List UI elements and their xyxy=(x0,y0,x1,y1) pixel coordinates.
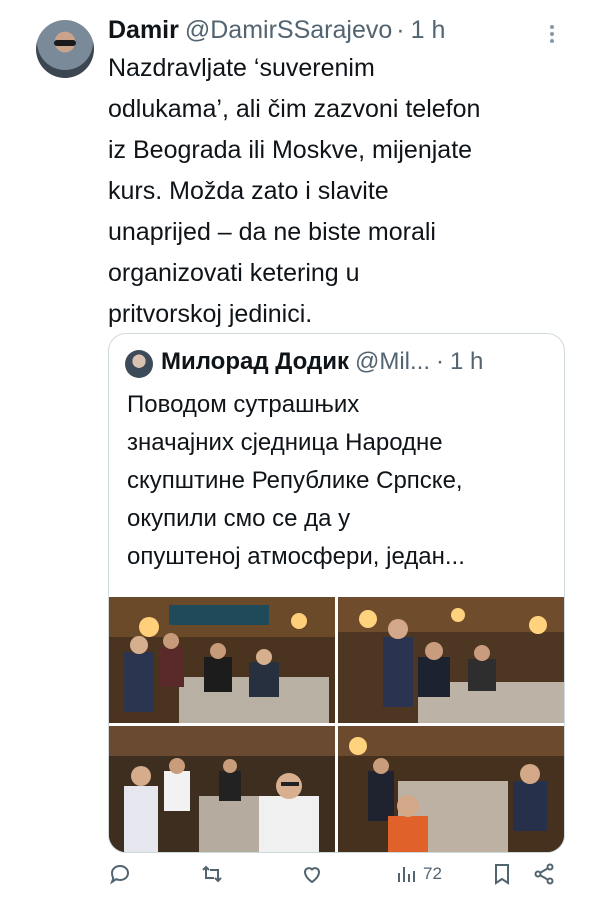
heart-icon[interactable] xyxy=(300,861,324,887)
photo-1[interactable] xyxy=(109,597,335,723)
tweet-header: Damir @DamirSSarajevo · 1 h xyxy=(108,16,445,46)
views-count: 72 xyxy=(423,864,442,883)
tweet-text-line: organizovati ketering u xyxy=(108,259,360,287)
tweet-text: Nazdravljate ‘suverenim odlukama’, ali č… xyxy=(108,48,578,335)
quoted-tweet-text: Поводом сутрашњих значајних сједница Нар… xyxy=(127,386,557,576)
tweet-text-line: kurs. Možda zato i slavite xyxy=(108,177,389,205)
quoted-post-time[interactable]: 1 h xyxy=(450,348,483,376)
quoted-text-line: значајних сједница Народне xyxy=(127,429,443,456)
quoted-text-line: Поводом сутрашњих xyxy=(127,391,360,418)
tweet-text-line: odlukama’, ali čim zazvoni telefon xyxy=(108,95,481,123)
photo-3[interactable] xyxy=(109,726,335,852)
separator-dot: · xyxy=(436,348,445,375)
author-avatar[interactable] xyxy=(36,20,94,78)
tweet: Damir @DamirSSarajevo · 1 h Nazdravljate… xyxy=(0,0,600,900)
quoted-text-line: опуштеној атмосфери, један... xyxy=(127,543,465,570)
tweet-text-line: iz Beograda ili Moskve, mijenjate xyxy=(108,136,473,164)
tweet-text-line: unaprijed – da ne biste morali xyxy=(108,218,436,246)
views-icon xyxy=(398,867,415,882)
quoted-tweet-header: Милорад Додик @Mil... · 1 h xyxy=(161,348,483,376)
quoted-author-avatar[interactable] xyxy=(125,350,153,378)
author-name[interactable]: Damir xyxy=(108,16,179,45)
action-bar: 72 xyxy=(0,855,600,895)
photo-2[interactable] xyxy=(338,597,564,723)
views-button[interactable]: 72 xyxy=(395,861,442,887)
quoted-text-line: окупили смо се да у xyxy=(127,505,351,532)
quoted-text-line: скупштине Републике Српске, xyxy=(127,467,463,494)
tweet-text-line: Nazdravljate ‘suverenim xyxy=(108,54,375,82)
quoted-author-handle[interactable]: @Mil... xyxy=(355,348,430,376)
quoted-tweet[interactable]: Милорад Додик @Mil... · 1 h Поводом сутр… xyxy=(108,333,565,853)
separator-dot: · xyxy=(396,16,405,44)
bookmark-icon[interactable] xyxy=(490,861,514,887)
quoted-author-name[interactable]: Милорад Додик xyxy=(161,348,349,376)
tweet-text-line: pritvorskoj jedinici. xyxy=(108,300,313,328)
share-icon[interactable] xyxy=(532,861,556,887)
post-time[interactable]: 1 h xyxy=(411,16,446,45)
photo-grid xyxy=(109,597,564,852)
retweet-icon[interactable] xyxy=(200,861,224,887)
more-options-icon[interactable] xyxy=(540,22,564,46)
reply-icon[interactable] xyxy=(108,861,132,887)
author-handle[interactable]: @DamirSSarajevo xyxy=(185,16,392,45)
photo-4[interactable] xyxy=(338,726,564,852)
